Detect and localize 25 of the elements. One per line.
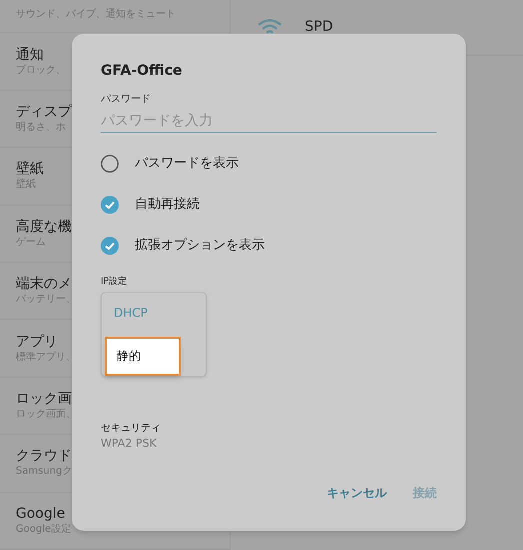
ip-settings-label: IP設定 — [101, 276, 128, 289]
checkbox[interactable] — [101, 154, 119, 172]
setting-title: ロック画 — [16, 390, 72, 408]
setting-title: 通知 — [16, 46, 44, 64]
security-value: WPA2 PSK — [101, 436, 158, 452]
dialog-button[interactable]: キャンセル — [327, 484, 387, 502]
security-label: セキュリティ — [101, 422, 162, 436]
setting-title: アプリ — [16, 332, 58, 351]
option-label: 拡張オプションを表示 — [135, 236, 265, 255]
password-label: パスワード — [101, 93, 152, 107]
setting-title: クラウド — [16, 447, 72, 466]
option-label: 自動再接続 — [135, 196, 200, 214]
setting-title: 端末のメ — [16, 275, 72, 294]
setting-title: 壁紙 — [16, 160, 44, 178]
checkbox[interactable] — [101, 236, 119, 254]
setting-title: ディスプ — [16, 102, 72, 121]
dropdown-option[interactable]: DHCP — [102, 300, 206, 324]
password-field[interactable]: パスワードを入力 — [101, 109, 437, 133]
setting-title: Google — [16, 504, 66, 523]
dropdown-option[interactable]: 静的 — [105, 336, 181, 376]
setting-title: 高度な機 — [16, 218, 72, 236]
checkbox[interactable] — [101, 196, 119, 214]
network-name[interactable]: SPD — [305, 17, 334, 38]
dialog-title: GFA-Office — [101, 62, 184, 80]
option-label: パスワードを表示 — [135, 154, 239, 173]
